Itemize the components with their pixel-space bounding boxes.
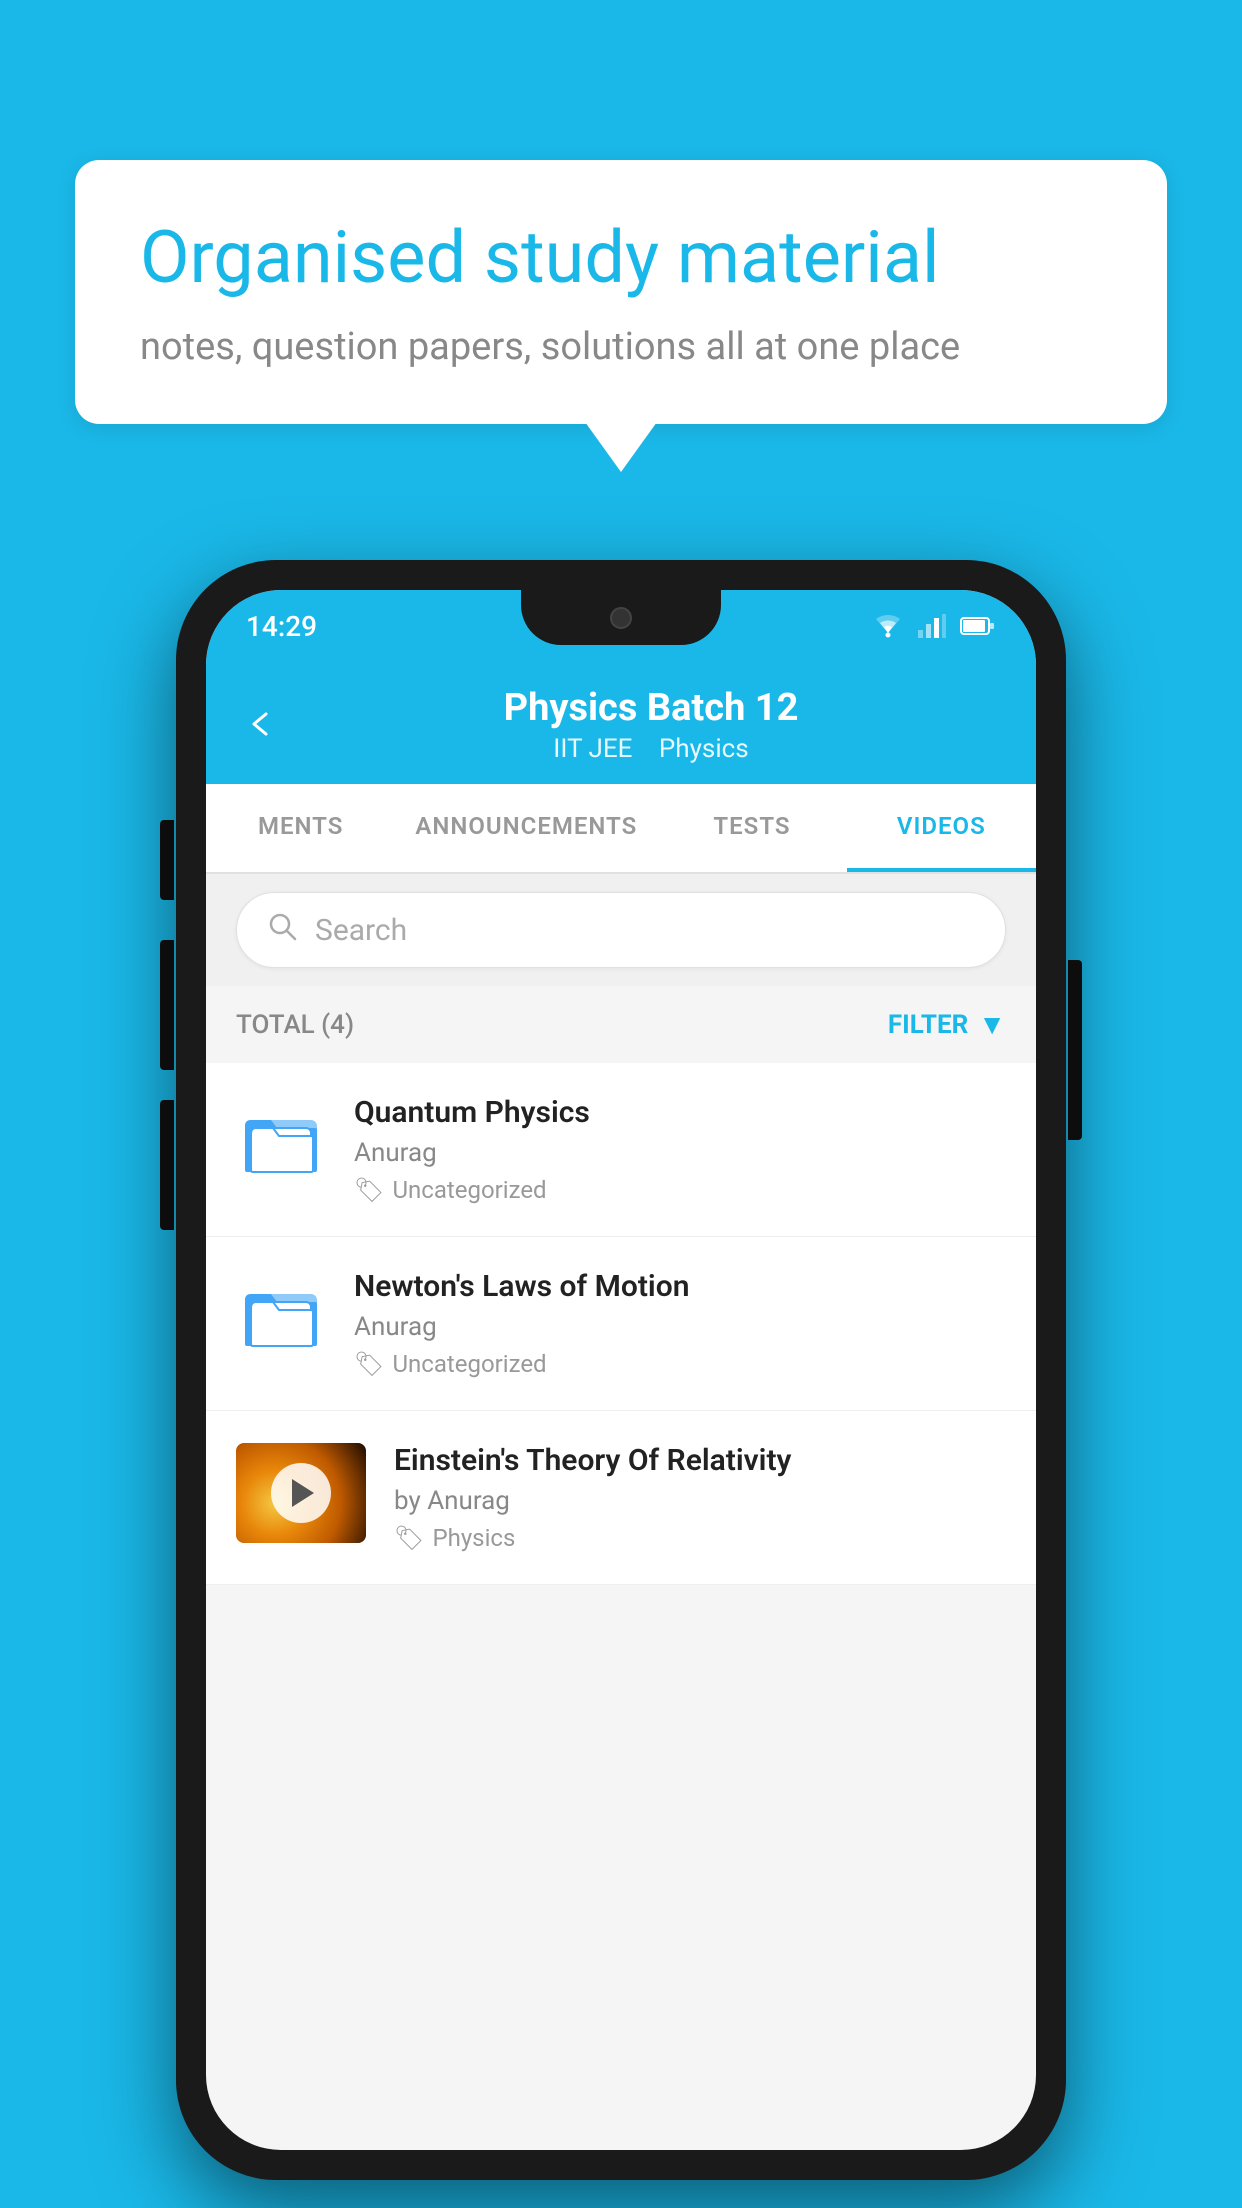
folder-icon <box>241 1274 321 1354</box>
status-bar: 14:29 <box>206 590 1036 662</box>
video-author: by Anurag <box>394 1486 1006 1516</box>
volume-down-button <box>160 940 174 1070</box>
filter-icon: ▼ <box>978 1008 1006 1041</box>
filter-bar: TOTAL (4) FILTER ▼ <box>206 986 1036 1063</box>
status-icons <box>872 613 996 639</box>
power-button <box>1068 960 1082 1140</box>
wifi-icon <box>872 613 904 639</box>
tab-videos[interactable]: VIDEOS <box>847 784 1036 872</box>
tab-ments[interactable]: MENTS <box>206 784 395 872</box>
video-list: Quantum Physics Anurag 🏷 Uncategorized <box>206 1063 1036 1585</box>
back-button[interactable] <box>246 701 276 750</box>
front-camera <box>610 607 632 629</box>
phone-wrapper: 14:29 <box>176 560 1066 2180</box>
video-info: Quantum Physics Anurag 🏷 Uncategorized <box>354 1095 1006 1204</box>
battery-icon <box>960 615 996 637</box>
video-info: Newton's Laws of Motion Anurag 🏷 Uncateg… <box>354 1269 1006 1378</box>
batch-title: Physics Batch 12 <box>306 686 996 730</box>
play-button[interactable] <box>271 1463 331 1523</box>
notch <box>521 590 721 645</box>
search-icon <box>267 911 297 949</box>
video-tag: 🏷 Uncategorized <box>354 1176 1006 1204</box>
video-author: Anurag <box>354 1138 1006 1168</box>
tag-icon: 🏷 <box>354 1176 384 1204</box>
tag-icon: 🏷 <box>354 1350 384 1378</box>
total-count: TOTAL (4) <box>236 1010 354 1040</box>
batch-subtitle: IIT JEE Physics <box>306 734 996 764</box>
speech-bubble-title: Organised study material <box>140 215 1102 301</box>
video-tag: 🏷 Physics <box>394 1524 1006 1552</box>
volume-up-button <box>160 820 174 900</box>
batch-subject: Physics <box>659 734 749 764</box>
play-triangle-icon <box>292 1479 314 1507</box>
batch-category: IIT JEE <box>553 734 632 764</box>
video-title: Quantum Physics <box>354 1095 1006 1130</box>
search-bar-wrapper: Search <box>206 874 1036 986</box>
speech-bubble: Organised study material notes, question… <box>75 160 1167 424</box>
video-title: Einstein's Theory Of Relativity <box>394 1443 1006 1478</box>
filter-button[interactable]: FILTER ▼ <box>888 1008 1006 1041</box>
tag-icon: 🏷 <box>394 1524 424 1552</box>
video-info: Einstein's Theory Of Relativity by Anura… <box>394 1443 1006 1552</box>
video-author: Anurag <box>354 1312 1006 1342</box>
folder-icon-wrap <box>236 1269 326 1359</box>
search-input-wrap[interactable]: Search <box>236 892 1006 968</box>
tab-announcements[interactable]: ANNOUNCEMENTS <box>395 784 657 872</box>
folder-icon <box>241 1100 321 1180</box>
video-thumbnail <box>236 1443 366 1543</box>
app-header: Physics Batch 12 IIT JEE Physics <box>206 662 1036 784</box>
search-placeholder: Search <box>315 913 407 948</box>
list-item[interactable]: Quantum Physics Anurag 🏷 Uncategorized <box>206 1063 1036 1237</box>
tabs-bar: MENTS ANNOUNCEMENTS TESTS VIDEOS <box>206 784 1036 874</box>
header-title-block: Physics Batch 12 IIT JEE Physics <box>306 686 996 764</box>
list-item[interactable]: Einstein's Theory Of Relativity by Anura… <box>206 1411 1036 1585</box>
list-item[interactable]: Newton's Laws of Motion Anurag 🏷 Uncateg… <box>206 1237 1036 1411</box>
speech-bubble-subtitle: notes, question papers, solutions all at… <box>140 325 1102 369</box>
volume-button-2 <box>160 1100 174 1230</box>
video-tag: 🏷 Uncategorized <box>354 1350 1006 1378</box>
tab-tests[interactable]: TESTS <box>657 784 846 872</box>
folder-icon-wrap <box>236 1095 326 1185</box>
status-time: 14:29 <box>246 610 317 643</box>
signal-icon <box>918 614 946 638</box>
video-title: Newton's Laws of Motion <box>354 1269 1006 1304</box>
phone-screen: 14:29 <box>206 590 1036 2150</box>
